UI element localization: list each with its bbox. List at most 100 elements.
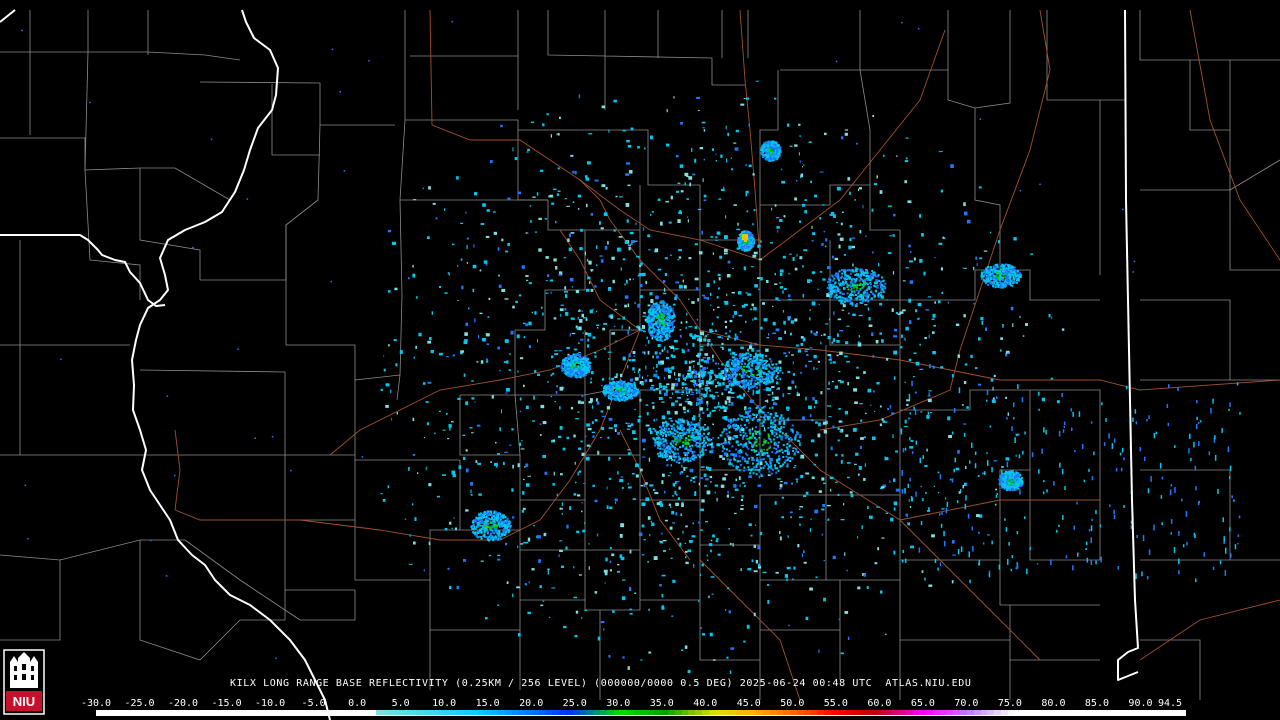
echo-pixel bbox=[678, 486, 681, 490]
echo-pixel bbox=[664, 456, 667, 459]
echo-pixel bbox=[748, 362, 751, 365]
echo-pixel bbox=[725, 385, 729, 389]
echo-pixel bbox=[569, 506, 572, 510]
echo-pixel bbox=[768, 407, 771, 409]
echo-pixel bbox=[1029, 546, 1031, 551]
echo-pixel bbox=[750, 381, 753, 384]
echo-pixel bbox=[1198, 441, 1200, 446]
echo-pixel bbox=[710, 549, 712, 553]
echo-pixel bbox=[877, 292, 880, 295]
echo-pixel bbox=[893, 501, 898, 506]
echo-pixel bbox=[762, 466, 765, 469]
echo-pixel bbox=[629, 378, 634, 382]
echo-pixel bbox=[913, 406, 915, 411]
echo-pixel bbox=[817, 433, 821, 438]
echo-pixel bbox=[1043, 427, 1045, 433]
echo-pixel bbox=[607, 351, 612, 353]
echo-pixel bbox=[557, 133, 560, 136]
echo-pixel bbox=[782, 309, 785, 313]
echo-pixel bbox=[742, 437, 744, 440]
echo-pixel bbox=[1210, 407, 1212, 414]
echo-pixel bbox=[849, 191, 851, 195]
echo-pixel bbox=[1134, 409, 1137, 414]
echo-pixel bbox=[566, 205, 570, 207]
echo-pixel bbox=[760, 531, 763, 536]
echo-pixel bbox=[881, 537, 885, 539]
echo-pixel bbox=[654, 492, 659, 495]
echo-pixel bbox=[763, 452, 766, 455]
echo-pixel bbox=[752, 173, 755, 176]
echo-pixel bbox=[921, 570, 924, 573]
echo-pixel bbox=[617, 570, 620, 573]
echo-pixel bbox=[889, 405, 892, 409]
echo-pixel bbox=[781, 180, 786, 184]
echo-pixel bbox=[688, 366, 692, 370]
echo-pixel bbox=[717, 395, 719, 397]
echo-pixel bbox=[868, 324, 873, 327]
echo-pixel bbox=[842, 304, 846, 308]
echo-pixel bbox=[688, 176, 693, 180]
echo-pixel bbox=[786, 578, 788, 581]
echo-pixel bbox=[1174, 487, 1176, 493]
echo-pixel bbox=[616, 247, 621, 252]
echo-pixel bbox=[844, 132, 848, 136]
echo-pixel bbox=[596, 310, 598, 313]
echo-pixel bbox=[679, 421, 682, 423]
echo-pixel bbox=[844, 274, 847, 277]
echo-pixel bbox=[686, 409, 689, 413]
echo-pixel bbox=[657, 305, 660, 308]
echo-pixel bbox=[1018, 275, 1021, 278]
echo-pixel bbox=[1024, 431, 1026, 435]
echo-pixel bbox=[640, 283, 643, 288]
echo-pixel bbox=[844, 281, 847, 284]
echo-pixel bbox=[540, 404, 545, 409]
echo-pixel bbox=[1006, 277, 1009, 280]
echo-pixel bbox=[709, 411, 712, 415]
echo-pixel bbox=[1006, 461, 1009, 468]
echo-pixel bbox=[679, 458, 682, 461]
echo-pixel bbox=[688, 540, 693, 543]
echo-pixel bbox=[728, 359, 732, 361]
echo-pixel bbox=[812, 397, 815, 401]
echo-pixel bbox=[675, 378, 677, 381]
echo-pixel bbox=[659, 540, 663, 542]
echo-pixel bbox=[649, 534, 651, 537]
echo-pixel bbox=[694, 158, 697, 163]
echo-pixel bbox=[465, 509, 469, 512]
echo-pixel bbox=[1008, 276, 1011, 279]
echo-pixel bbox=[748, 376, 751, 378]
echo-pixel bbox=[786, 459, 789, 461]
echo-pixel bbox=[642, 315, 647, 317]
echo-pixel bbox=[961, 404, 964, 406]
echo-pixel bbox=[749, 370, 751, 373]
echo-pixel bbox=[790, 332, 792, 336]
echo-pixel bbox=[786, 418, 789, 421]
echo-pixel bbox=[967, 513, 970, 519]
echo-pixel bbox=[987, 280, 990, 283]
echo-pixel bbox=[412, 273, 416, 278]
echo-pixel bbox=[661, 574, 666, 577]
echo-pixel bbox=[676, 438, 679, 441]
echo-pixel bbox=[1017, 279, 1020, 282]
echo-pixel bbox=[857, 473, 860, 476]
echo-pixel bbox=[627, 144, 632, 148]
echo-pixel bbox=[473, 244, 475, 248]
echo-pixel bbox=[511, 428, 514, 431]
echo-pixel bbox=[722, 457, 725, 460]
echo-pixel bbox=[661, 335, 664, 338]
echo-pixel bbox=[821, 243, 824, 246]
echo-pixel bbox=[615, 303, 617, 306]
echo-pixel bbox=[763, 418, 766, 421]
echo-pixel bbox=[1091, 476, 1094, 481]
echo-pixel bbox=[679, 285, 683, 289]
echo-pixel bbox=[738, 414, 741, 417]
echo-pixel bbox=[710, 292, 712, 296]
echo-pixel bbox=[715, 153, 717, 155]
echo-pixel bbox=[666, 422, 669, 425]
echo-pixel bbox=[873, 284, 876, 287]
echo-pixel bbox=[748, 407, 750, 410]
echo-pixel bbox=[835, 275, 838, 278]
echo-pixel bbox=[1001, 263, 1004, 266]
echo-pixel bbox=[594, 419, 598, 422]
echo-pixel bbox=[685, 320, 688, 324]
